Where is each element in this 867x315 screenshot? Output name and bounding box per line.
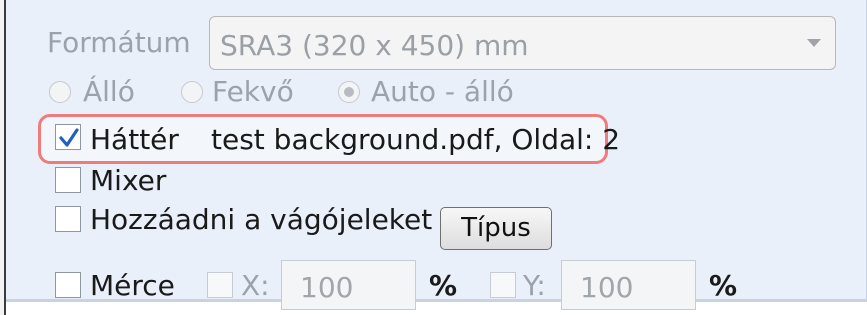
scale-x-unit: % bbox=[429, 269, 458, 302]
mixer-checkbox[interactable] bbox=[55, 167, 81, 193]
scale-checkbox[interactable] bbox=[55, 272, 81, 298]
scale-x-label: X: bbox=[241, 269, 270, 302]
type-button[interactable]: Típus bbox=[440, 207, 552, 250]
background-file-info: test background.pdf, Oldal: 2 bbox=[211, 123, 621, 156]
scale-y-input[interactable]: 100 bbox=[561, 260, 696, 310]
scale-label: Mérce bbox=[90, 269, 175, 302]
radio-auto-label: Auto - álló bbox=[371, 75, 514, 108]
scale-x-value: 100 bbox=[300, 271, 354, 304]
format-dropdown-value: SRA3 (320 x 450) mm bbox=[220, 29, 529, 62]
scale-x-checkbox[interactable] bbox=[207, 272, 233, 298]
below-panel-area bbox=[6, 302, 867, 315]
radio-landscape[interactable] bbox=[181, 81, 203, 103]
scale-x-input[interactable]: 100 bbox=[281, 260, 416, 310]
radio-portrait[interactable] bbox=[49, 81, 71, 103]
radio-landscape-label: Fekvő bbox=[212, 75, 294, 108]
format-dropdown[interactable]: SRA3 (320 x 450) mm bbox=[209, 16, 836, 70]
format-label: Formátum bbox=[47, 26, 191, 59]
radio-portrait-label: Álló bbox=[83, 75, 135, 108]
scale-y-unit: % bbox=[709, 269, 738, 302]
scale-y-checkbox[interactable] bbox=[490, 272, 516, 298]
radio-auto[interactable] bbox=[338, 81, 360, 103]
crop-marks-label: Hozzáadni a vágójeleket bbox=[90, 203, 433, 236]
chevron-down-icon[interactable] bbox=[807, 39, 821, 47]
scale-y-label: Y: bbox=[523, 269, 546, 302]
checkmark-icon bbox=[59, 128, 79, 147]
background-label: Háttér bbox=[90, 123, 179, 156]
crop-marks-checkbox[interactable] bbox=[55, 206, 81, 232]
background-checkbox[interactable] bbox=[55, 124, 81, 150]
scale-y-value: 100 bbox=[580, 271, 634, 304]
mixer-label: Mixer bbox=[90, 164, 167, 197]
